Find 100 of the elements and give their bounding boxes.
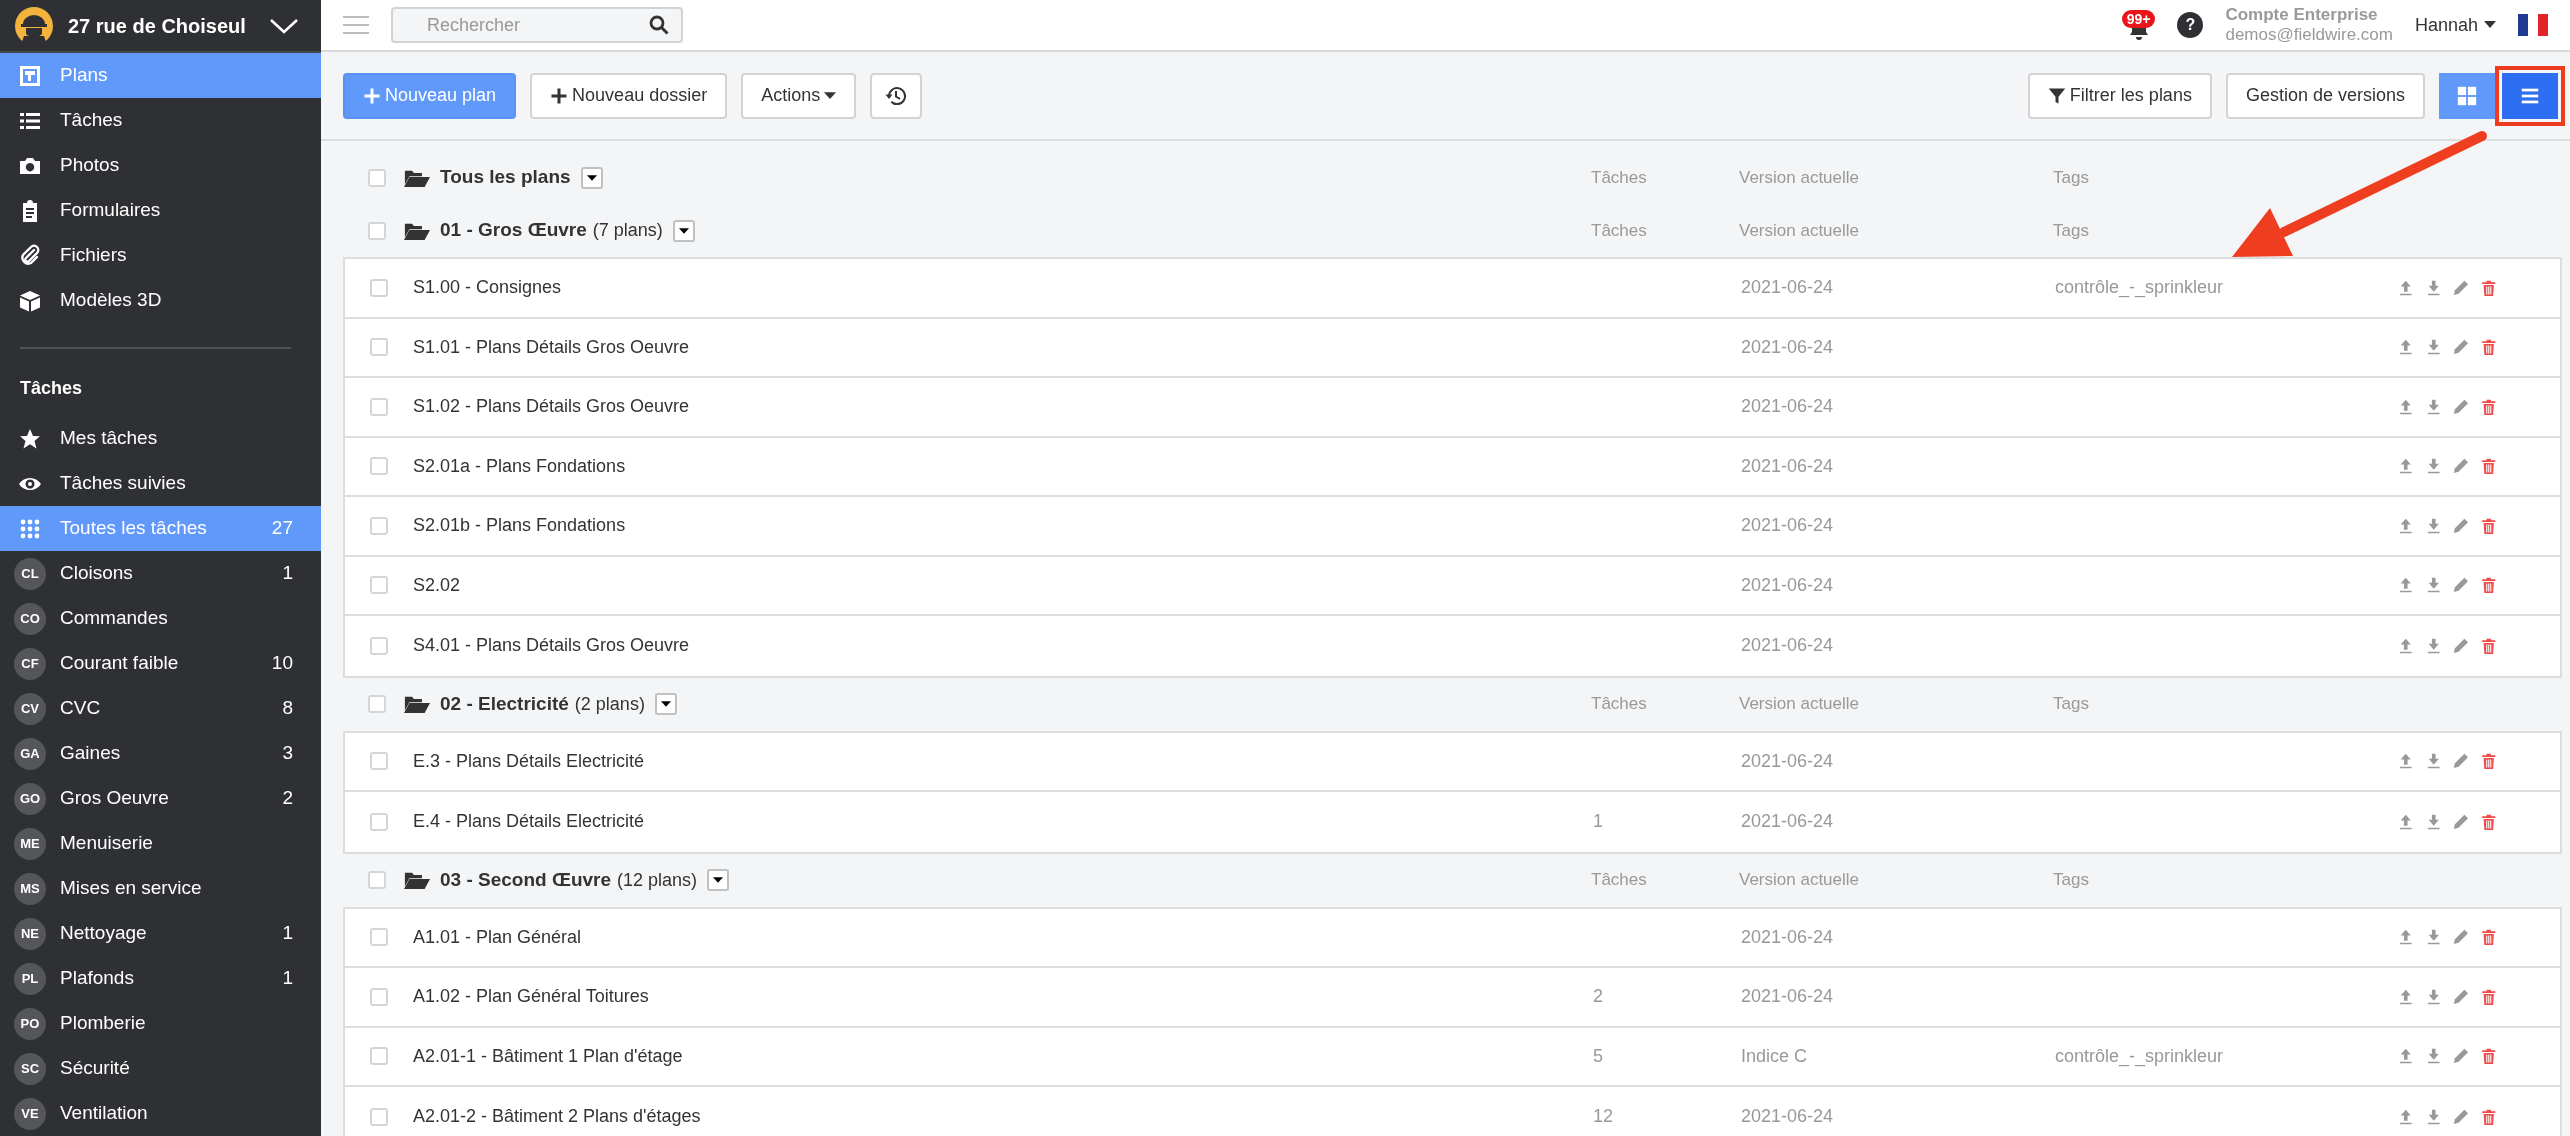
checkbox[interactable] [370,516,388,535]
plan-name[interactable]: E.4 - Plans Détails Electricité [413,811,645,832]
plan-name[interactable]: A2.01-1 - Bâtiment 1 Plan d'étage [413,1045,683,1066]
checkbox[interactable] [370,987,388,1006]
plan-name[interactable]: S4.01 - Plans Détails Gros Oeuvre [413,635,690,656]
sidebar-item[interactable]: CF Courant faible 10 [0,641,321,686]
help-button[interactable]: ? [2177,12,2204,38]
cube-icon [18,288,42,313]
bell-icon[interactable] [2127,28,2150,40]
plan-name[interactable]: S1.00 - Consignes [413,277,562,298]
sidebar-item[interactable]: Modèles 3D [0,278,321,323]
plan-count: (12 plans) [617,868,698,892]
folder-dropdown[interactable] [580,166,603,189]
team-avatar: SC [14,1052,46,1085]
toolbar-button[interactable]: Gestion de versions [2225,72,2425,119]
user-menu[interactable]: Hannah [2414,11,2496,39]
trash-icon[interactable] [2479,927,2497,948]
sidebar-item[interactable]: CV CVC 8 [0,686,321,731]
plan-name[interactable]: S2.01a - Plans Fondations [413,455,626,476]
sidebar-item[interactable]: Fichiers [0,233,321,278]
trash-icon[interactable] [2479,1046,2497,1067]
plan-name[interactable]: S2.02 [413,574,461,595]
plan-name[interactable]: S1.02 - Plans Détails Gros Oeuvre [413,396,690,417]
logo-icon [14,5,54,46]
grid-view-button[interactable] [2439,72,2495,119]
plan-name[interactable]: E.3 - Plans Détails Electricité [413,750,645,771]
task-count: 1 [1593,811,1603,832]
checkbox[interactable] [370,278,388,297]
checkbox[interactable] [368,221,386,240]
toolbar-button[interactable]: Filtrer les plans [2027,72,2212,119]
checkbox[interactable] [370,1107,388,1126]
menu-icon[interactable] [343,15,369,35]
sidebar-item[interactable]: PO Plomberie [0,1001,321,1046]
list-view-button[interactable] [2502,72,2558,119]
version-date: 2021-06-24 [1741,336,1834,357]
tiles-icon [2456,84,2478,107]
sidebar-item[interactable]: SC Sécurité [0,1046,321,1091]
sidebar-item[interactable]: Formulaires [0,188,321,233]
folder-name[interactable]: Tous les plans [440,163,571,192]
caret-icon [824,92,837,99]
team-avatar: PL [14,962,46,995]
trash-icon[interactable] [2479,337,2497,358]
trash-icon[interactable] [2479,575,2497,596]
plan-name[interactable]: A1.02 - Plan Général Toitures [413,986,649,1007]
sidebar-item[interactable]: GA Gaines 3 [0,731,321,776]
sidebar-item[interactable]: MS Mises en service [0,866,321,911]
team-avatar: VE [14,1097,46,1130]
search-field[interactable]: Rechercher [391,7,683,43]
plan-count: (7 plans) [592,219,663,242]
plan-name[interactable]: S2.01b - Plans Fondations [413,515,626,536]
sidebar-item[interactable]: VE Ventilation [0,1091,321,1136]
checkbox[interactable] [370,636,388,655]
trash-icon[interactable] [2479,751,2497,772]
checkbox[interactable] [370,928,388,947]
version-date: Indice C [1741,1045,1808,1066]
sidebar-item[interactable]: Mes tâches [0,416,321,461]
actions-dropdown[interactable]: Actions [741,72,857,119]
task-count: 12 [1593,1106,1614,1127]
version-date: 2021-06-24 [1741,986,1834,1007]
team-avatar: CL [14,557,46,590]
toolbar-button[interactable]: Nouveau dossier [530,72,728,119]
plan-name[interactable]: S1.01 - Plans Détails Gros Oeuvre [413,336,690,357]
team-avatar: CO [14,602,46,635]
plan-name[interactable]: A2.01-2 - Bâtiment 2 Plans d'étages [413,1106,701,1127]
team-avatar: GO [14,782,46,815]
folder-dropdown[interactable] [707,869,730,891]
checkbox[interactable] [370,397,388,416]
version-date: 2021-06-24 [1741,277,1834,298]
checkbox[interactable] [368,695,386,713]
sidebar-item[interactable]: GO Gros Oeuvre 2 [0,776,321,821]
folder-dropdown[interactable] [654,693,677,715]
checkbox[interactable] [370,1047,388,1066]
plan-name[interactable]: A1.01 - Plan Général [413,926,582,947]
sidebar-item[interactable]: Tâches [0,98,321,143]
sidebar-item[interactable]: Tâches suivies [0,461,321,506]
history-button[interactable] [870,72,923,119]
checkbox[interactable] [370,338,388,357]
checkbox[interactable] [370,752,388,771]
sidebar-item[interactable]: Photos [0,143,321,188]
checkbox[interactable] [370,457,388,476]
folder-name[interactable]: 01 - Gros Œuvre [440,216,587,245]
checkbox[interactable] [370,576,388,595]
section-heading: Tâches [19,377,84,400]
checkbox[interactable] [370,812,388,831]
french-flag-icon[interactable] [2518,14,2548,36]
sidebar-item[interactable]: CO Commandes [0,596,321,641]
folder-name[interactable]: 02 - Electricité [440,689,569,719]
team-avatar: MS [14,872,46,905]
plan-count: (2 plans) [574,692,645,716]
folder-dropdown[interactable] [672,219,695,242]
sidebar-item[interactable]: NE Nettoyage 1 [0,911,321,956]
sidebar-item[interactable]: CL Cloisons 1 [0,551,321,596]
sidebar-item[interactable]: ME Menuiserie [0,821,321,866]
checkbox[interactable] [368,168,386,187]
sidebar-item[interactable]: PL Plafonds 1 [0,956,321,1001]
checkbox[interactable] [368,871,386,889]
trash-icon[interactable] [2479,456,2497,477]
version-date: 2021-06-24 [1741,396,1834,417]
folder-name[interactable]: 03 - Second Œuvre [440,865,612,895]
chevron-down-icon[interactable] [269,16,299,35]
